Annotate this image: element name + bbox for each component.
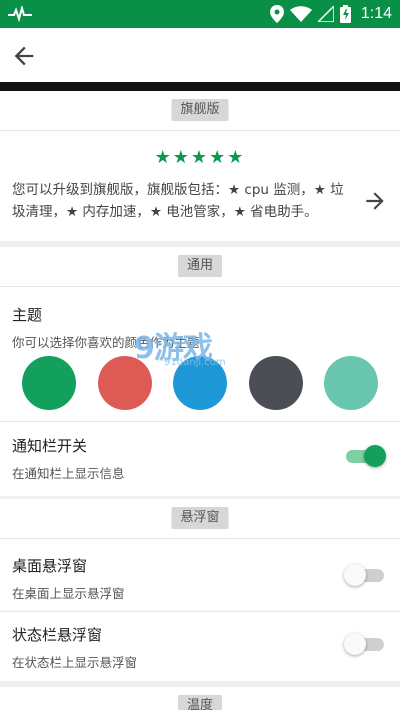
general-header: 通用 bbox=[0, 247, 400, 287]
section-chip-flagship: 旗舰版 bbox=[171, 99, 229, 121]
notification-toggle[interactable] bbox=[344, 444, 386, 468]
row-divider bbox=[0, 611, 400, 612]
floating-card: 悬浮窗 桌面悬浮窗 在桌面上显示悬浮窗 状态栏悬浮窗 在状态栏上显示悬浮窗 bbox=[0, 499, 400, 681]
statusbar-float-title: 状态栏悬浮窗 bbox=[12, 626, 103, 644]
toggle-thumb bbox=[344, 633, 366, 655]
desktop-float-subtitle: 在桌面上显示悬浮窗 bbox=[12, 586, 125, 601]
arrow-forward-icon[interactable] bbox=[362, 188, 388, 214]
clock-time: 1:14 bbox=[360, 5, 392, 22]
statusbar-float-subtitle: 在状态栏上显示悬浮窗 bbox=[12, 655, 138, 670]
theme-swatch-blue[interactable] bbox=[173, 356, 227, 410]
status-bar: 1:14 bbox=[0, 0, 400, 28]
arrow-back-icon[interactable] bbox=[10, 42, 38, 70]
theme-swatch-red[interactable] bbox=[98, 356, 152, 410]
app-bar bbox=[0, 28, 400, 84]
toggle-thumb bbox=[364, 445, 386, 467]
section-chip-floating: 悬浮窗 bbox=[171, 507, 229, 529]
battery-charging-icon bbox=[339, 5, 351, 23]
flagship-header: 旗舰版 bbox=[0, 91, 400, 131]
settings-content[interactable]: 旗舰版 ★★★★★ 您可以升级到旗舰版，旗舰版包括：★ cpu 监测，★ 垃圾清… bbox=[0, 91, 400, 710]
theme-subtitle: 你可以选择你喜欢的颜色作为主题 bbox=[12, 335, 200, 350]
notification-title: 通知栏开关 bbox=[12, 437, 88, 455]
temperature-header: 温度 bbox=[0, 687, 400, 710]
location-icon bbox=[269, 5, 284, 23]
rating-stars: ★★★★★ bbox=[154, 147, 246, 168]
temperature-card: 温度 bbox=[0, 687, 400, 710]
theme-swatch-green[interactable] bbox=[22, 356, 76, 410]
pulse-icon bbox=[8, 6, 32, 22]
app-bar-divider bbox=[0, 82, 400, 91]
flagship-card: 旗舰版 ★★★★★ 您可以升级到旗舰版，旗舰版包括：★ cpu 监测，★ 垃圾清… bbox=[0, 91, 400, 241]
floating-header: 悬浮窗 bbox=[0, 499, 400, 539]
theme-swatch-teal[interactable] bbox=[324, 356, 378, 410]
signal-icon bbox=[317, 6, 334, 22]
section-chip-general: 通用 bbox=[177, 255, 223, 277]
notification-subtitle: 在通知栏上显示信息 bbox=[12, 466, 125, 481]
statusbar-float-toggle[interactable] bbox=[344, 632, 386, 656]
general-card: 通用 主题 你可以选择你喜欢的颜色作为主题 通知栏开关 在通知栏上显示信息 bbox=[0, 247, 400, 496]
theme-swatch-gray[interactable] bbox=[249, 356, 303, 410]
desktop-float-toggle[interactable] bbox=[344, 563, 386, 587]
theme-title: 主题 bbox=[12, 306, 43, 324]
toggle-thumb bbox=[344, 564, 366, 586]
upgrade-description[interactable]: 您可以升级到旗舰版，旗舰版包括：★ cpu 监测，★ 垃圾清理，★ 内存加速，★… bbox=[12, 179, 357, 223]
desktop-float-title: 桌面悬浮窗 bbox=[12, 557, 88, 575]
wifi-icon bbox=[289, 6, 312, 22]
section-chip-temperature: 温度 bbox=[177, 695, 223, 710]
row-divider bbox=[0, 421, 400, 422]
